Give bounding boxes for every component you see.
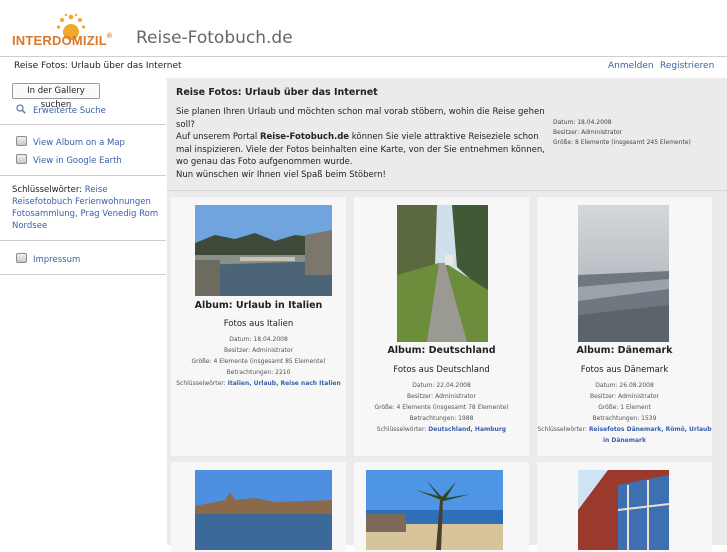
album-keywords: Schlüsselwörter: Reisefotos Dänemark, Rö… (537, 424, 712, 446)
album-thumbnail[interactable] (366, 470, 503, 550)
album-views: Betrachtungen: 1539 (592, 415, 657, 422)
impressum-link[interactable]: Impressum (16, 253, 80, 265)
advanced-search-label: Erweiterte Suche (33, 106, 106, 116)
album-keywords: Schlüsselwörter: Italien, Urlaub, Reise … (171, 378, 346, 389)
view-google-earth-link[interactable]: View in Google Earth (16, 154, 122, 166)
album-thumbnail[interactable] (578, 205, 669, 342)
view-google-earth-label: View in Google Earth (33, 156, 122, 166)
sidebar-divider (0, 124, 166, 125)
italy-river-photo-icon (195, 205, 332, 296)
keyword-link[interactable]: Rom (139, 209, 158, 219)
keyword-link[interactable]: Prag (80, 209, 99, 219)
album-date: Datum: 26.08.2008 (595, 382, 654, 389)
album-keywords-label: Schlüsselwörter: (176, 380, 226, 387)
album-thumbnail[interactable] (195, 470, 332, 550)
album-card (354, 462, 529, 552)
keyword-link[interactable]: Ferienwohnungen (75, 197, 151, 207)
intro-size: Größe: 8 Elemente (insgesamt 245 Element… (553, 139, 691, 146)
album-thumbnail[interactable] (578, 470, 669, 550)
view-album-map-link[interactable]: View Album on a Map (16, 136, 125, 148)
map-icon (16, 136, 27, 146)
magnifier-icon (16, 104, 26, 114)
site-header: INTERDOMIZIL® Reise-Fotobuch.de (0, 0, 727, 56)
login-link[interactable]: Anmelden (608, 61, 654, 71)
keyword-link[interactable]: Nordsee (12, 221, 47, 231)
beach-palm-photo-icon (366, 470, 503, 550)
album-keywords: Schlüsselwörter: Deutschland, Hamburg (354, 424, 529, 435)
intro-owner: Besitzer: Administrator (553, 129, 622, 136)
album-subtitle: Fotos aus Deutschland (393, 365, 490, 375)
album-views: Betrachtungen: 2210 (226, 369, 291, 376)
album-owner: Besitzer: Administrator (590, 393, 659, 400)
keyword-link[interactable]: Reise (85, 185, 108, 195)
document-icon (16, 253, 27, 263)
intro-line: Auf unserem Portal (176, 132, 260, 142)
main-content: Reise Fotos: Urlaub über das Internet Si… (167, 78, 727, 552)
album-size: Größe: 4 Elemente (insgesamt 85 Elemente… (191, 358, 326, 365)
album-keywords-label: Schlüsselwörter: (376, 426, 427, 433)
keywords-label: Schlüsselwörter: (12, 185, 83, 195)
album-keyword-links[interactable]: Deutschland, Hamburg (428, 426, 506, 433)
breadcrumb[interactable]: Reise Fotos: Urlaub über das Internet (14, 61, 182, 71)
germany-path-photo-icon (397, 205, 488, 342)
keyword-link[interactable]: Reisefotobuch (12, 197, 72, 207)
gallery-search-button[interactable]: In der Gallery suchen (12, 83, 100, 110)
sidebar-divider (0, 175, 166, 176)
album-subtitle: Fotos aus Dänemark (580, 365, 669, 375)
album-metadata: Datum: 18.04.2008 Besitzer: Administrato… (171, 334, 346, 389)
intro-site-name: Reise-Fotobuch.de (259, 132, 350, 142)
album-date: Datum: 22.04.2008 (412, 382, 471, 389)
register-link[interactable]: Registrieren (660, 61, 714, 71)
album-metadata: Datum: 22.04.2008 Besitzer: Administrato… (354, 380, 529, 435)
album-owner: Besitzer: Administrator (407, 393, 476, 400)
logo-wordmark: INTERDOMIZIL® (12, 33, 113, 48)
album-title[interactable]: Album: Deutschland (354, 345, 529, 356)
interdomizil-logo[interactable]: INTERDOMIZIL® (12, 12, 130, 52)
advanced-search-link[interactable]: Erweiterte Suche (16, 104, 106, 116)
city-river-photo-icon (195, 470, 332, 550)
intro-description: Sie planen Ihren Urlaub und möchten scho… (176, 106, 551, 181)
sidebar: In der Gallery suchen Erweiterte Suche V… (0, 78, 166, 545)
album-keywords-label: Schlüsselwörter: (537, 426, 587, 433)
album-size: Größe: 4 Elemente (insgesamt 78 Elemente… (374, 404, 509, 411)
album-keyword-links[interactable]: Reisefotos Dänemark, Römö, Urlaub in Dän… (589, 426, 712, 444)
intro-line: Nun wünschen wir Ihnen viel Spaß beim St… (176, 169, 386, 180)
intro-date: Datum: 18.04.2008 (553, 119, 612, 126)
album-views: Betrachtungen: 1988 (409, 415, 474, 422)
album-card: Album: Urlaub in Italien Fotos aus Itali… (171, 197, 346, 456)
album-metadata: Datum: 26.08.2008 Besitzer: Administrato… (537, 380, 712, 446)
album-keyword-links[interactable]: Italien, Urlaub, Reise nach Italien (228, 380, 341, 387)
album-size: Größe: 1 Element (598, 404, 651, 411)
album-date: Datum: 18.04.2008 (229, 336, 288, 343)
album-card (537, 462, 712, 552)
album-title[interactable]: Album: Dänemark (537, 345, 712, 356)
timber-house-photo-icon (578, 470, 669, 550)
album-owner: Besitzer: Administrator (224, 347, 293, 354)
album-subtitle: Fotos aus Italien (223, 319, 294, 329)
album-intro-panel: Reise Fotos: Urlaub über das Internet Si… (167, 78, 727, 191)
view-album-map-label: View Album on a Map (33, 138, 125, 148)
album-thumbnail[interactable] (195, 205, 332, 296)
keywords-block: Schlüsselwörter: Reise Reisefotobuch Fer… (12, 184, 162, 232)
keyword-link[interactable]: Fotosammlung, (12, 209, 78, 219)
album-card: Album: Dänemark Fotos aus Dänemark Datum… (537, 197, 712, 456)
site-title: Reise-Fotobuch.de (136, 28, 293, 48)
album-title[interactable]: Album: Urlaub in Italien (171, 300, 346, 311)
album-thumbnail[interactable] (397, 205, 488, 342)
sidebar-divider (0, 274, 166, 275)
intro-title: Reise Fotos: Urlaub über das Internet (176, 87, 378, 98)
album-card: Album: Deutschland Fotos aus Deutschland… (354, 197, 529, 456)
intro-line: Sie planen Ihren Urlaub und möchten scho… (176, 107, 545, 130)
album-card (171, 462, 346, 552)
globe-icon (16, 154, 27, 164)
intro-metadata: Datum: 18.04.2008 Besitzer: Administrato… (553, 118, 691, 148)
denmark-beach-photo-icon (578, 205, 669, 342)
keyword-link[interactable]: Venedig (102, 209, 136, 219)
impressum-label: Impressum (33, 255, 81, 265)
top-navigation-bar: Reise Fotos: Urlaub über das Internet An… (0, 56, 727, 79)
sidebar-divider (0, 240, 166, 241)
